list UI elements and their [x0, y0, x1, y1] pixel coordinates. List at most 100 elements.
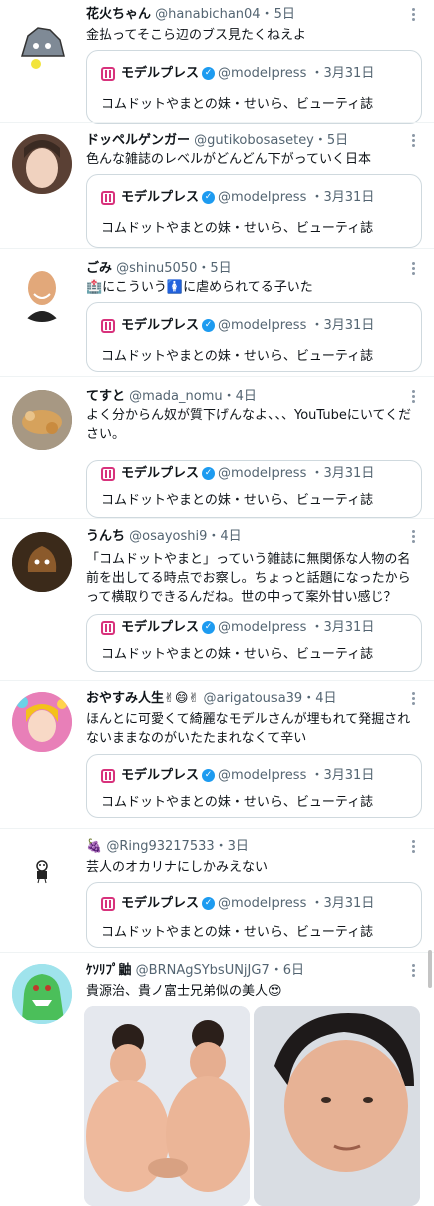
tweet-text: 🏥にこういう🚺に虐められてる子いた	[86, 280, 313, 295]
quoted-name: モデルプレス	[121, 620, 200, 635]
timestamp[interactable]: ・3日	[215, 839, 249, 854]
avatar[interactable]	[12, 134, 72, 194]
tweet-text: 「コムドットやまと」っていう雑誌に無関係な人物の名前を出してる時点でお察し。ちょ…	[86, 552, 411, 605]
user-handle[interactable]: @mada_nomu	[129, 389, 222, 404]
quoted-handle: @modelpress	[218, 190, 307, 205]
modelpress-logo-icon	[101, 466, 115, 481]
timestamp[interactable]: ・5日	[197, 261, 231, 276]
quoted-handle: @modelpress	[218, 896, 307, 911]
quoted-time: ・3月31日	[310, 466, 375, 481]
more-options-icon[interactable]	[412, 964, 416, 978]
quoted-handle: @modelpress	[218, 620, 307, 635]
user-handle[interactable]: @gutikobosasetey	[194, 133, 314, 148]
tweet-header: おやすみ人生✌😄✌ @arigatousa39・4日	[86, 690, 336, 708]
more-options-icon[interactable]	[412, 840, 416, 854]
quoted-name: モデルプレス	[121, 318, 200, 333]
tweet-header: ｹｿﾘﾌﾟ鼬 @BRNAgSYbsUNjJG7・6日	[86, 962, 304, 980]
timestamp[interactable]: ・5日	[314, 133, 348, 148]
tweet-text: ほんとに可愛くて綺麗なモデルさんが埋もれて発掘されないままなのがいたたまれなくて…	[86, 712, 411, 746]
quoted-handle: @modelpress	[218, 466, 307, 481]
scrollbar[interactable]	[428, 950, 432, 988]
divider	[0, 518, 434, 519]
tweet-header: うんち @osayoshi9・4日	[86, 528, 242, 546]
modelpress-logo-icon	[101, 318, 115, 333]
modelpress-logo-icon	[101, 66, 115, 81]
quoted-time: ・3月31日	[310, 190, 375, 205]
display-name[interactable]: 花火ちゃん	[86, 7, 151, 22]
more-options-icon[interactable]	[412, 390, 416, 404]
quoted-time: ・3月31日	[310, 318, 375, 333]
display-name[interactable]: ｹｿﾘﾌﾟ鼬	[86, 963, 132, 978]
quoted-handle: @modelpress	[218, 66, 307, 81]
quoted-name: モデルプレス	[121, 466, 200, 481]
quoted-tweet[interactable]: モデルプレス ✓ @modelpress ・3月31日 コムドットやまとの妹・せいら…	[86, 460, 422, 518]
divider	[0, 376, 434, 377]
display-name[interactable]: てすと	[86, 389, 125, 404]
verified-badge-icon: ✓	[202, 621, 216, 634]
modelpress-logo-icon	[101, 620, 115, 635]
modelpress-logo-icon	[101, 768, 115, 783]
verified-badge-icon: ✓	[202, 467, 216, 480]
quoted-tweet[interactable]: モデルプレス ✓ @modelpress ・3月31日 コムドットやまとの妹・せいら…	[86, 754, 422, 818]
quoted-tweet[interactable]: モデルプレス ✓ @modelpress ・3月31日 コムドットやまとの妹・せいら…	[86, 882, 422, 948]
display-name[interactable]: おやすみ人生✌😄✌	[86, 691, 199, 706]
tweet-header: 花火ちゃん @hanabichan04・5日	[86, 6, 295, 24]
quoted-time: ・3月31日	[310, 620, 375, 635]
timestamp[interactable]: ・4日	[223, 389, 257, 404]
avatar[interactable]	[12, 532, 72, 592]
timestamp[interactable]: ・6日	[270, 963, 304, 978]
verified-badge-icon: ✓	[202, 769, 216, 782]
more-options-icon[interactable]	[412, 8, 416, 22]
avatar[interactable]	[12, 16, 72, 76]
tweet-image[interactable]	[254, 1006, 420, 1206]
display-name[interactable]: ごみ	[86, 261, 112, 276]
more-options-icon[interactable]	[412, 692, 416, 706]
tweet-text: 金払ってそこら辺のブス見たくねえよ	[86, 28, 306, 43]
timestamp[interactable]: ・4日	[302, 691, 336, 706]
quoted-name: モデルプレス	[121, 66, 200, 81]
tweet-header: ごみ @shinu5050・5日	[86, 260, 232, 278]
avatar[interactable]	[12, 262, 72, 322]
quoted-text: コムドットやまとの妹・せいら、ビューティ誌	[101, 97, 374, 112]
avatar[interactable]	[12, 692, 72, 752]
timestamp[interactable]: ・5日	[261, 7, 295, 22]
avatar[interactable]	[12, 964, 72, 1024]
tweet-header: 🍇 @Ring93217533・3日	[86, 838, 249, 856]
display-name[interactable]: うんち	[86, 529, 125, 544]
user-handle[interactable]: @shinu5050	[116, 261, 197, 276]
quoted-text: コムドットやまとの妹・せいら、ビューティ誌	[101, 221, 374, 236]
tweet-text: よく分からん奴が質下げんなよ、、、YouTubeにいてください。	[86, 408, 412, 442]
tweet-text: 色んな雑誌のレベルがどんどん下がっていく日本	[86, 152, 371, 167]
tweet-text: 芸人のオカリナにしかみえない	[86, 860, 269, 875]
quoted-text: コムドットやまとの妹・せいら、ビューティ誌	[101, 925, 374, 940]
quoted-text: コムドットやまとの妹・せいら、ビューティ誌	[101, 795, 374, 810]
divider	[0, 680, 434, 681]
quoted-handle: @modelpress	[218, 318, 307, 333]
timestamp[interactable]: ・4日	[207, 529, 241, 544]
tweet-header: てすと @mada_nomu・4日	[86, 388, 257, 406]
tweet-image[interactable]	[84, 1006, 250, 1206]
display-name[interactable]: 🍇	[86, 839, 102, 854]
verified-badge-icon: ✓	[202, 319, 216, 332]
avatar[interactable]	[12, 840, 72, 900]
user-handle[interactable]: @Ring93217533	[106, 839, 214, 854]
quoted-tweet[interactable]: モデルプレス ✓ @modelpress ・3月31日 コムドットやまとの妹・せいら…	[86, 50, 422, 124]
more-options-icon[interactable]	[412, 262, 416, 276]
quoted-time: ・3月31日	[310, 896, 375, 911]
avatar[interactable]	[12, 390, 72, 450]
verified-badge-icon: ✓	[202, 67, 216, 80]
modelpress-logo-icon	[101, 896, 115, 911]
user-handle[interactable]: @osayoshi9	[129, 529, 207, 544]
quoted-text: コムドットやまとの妹・せいら、ビューティ誌	[101, 647, 374, 662]
display-name[interactable]: ドッペルゲンガー	[86, 133, 190, 148]
quoted-tweet[interactable]: モデルプレス ✓ @modelpress ・3月31日 コムドットやまとの妹・せいら…	[86, 614, 422, 672]
more-options-icon[interactable]	[412, 530, 416, 544]
quoted-tweet[interactable]: モデルプレス ✓ @modelpress ・3月31日 コムドットやまとの妹・せいら…	[86, 302, 422, 372]
user-handle[interactable]: @arigatousa39	[203, 691, 302, 706]
quoted-handle: @modelpress	[218, 768, 307, 783]
user-handle[interactable]: @hanabichan04	[155, 7, 260, 22]
user-handle[interactable]: @BRNAgSYbsUNjJG7	[136, 963, 270, 978]
more-options-icon[interactable]	[412, 134, 416, 148]
quoted-name: モデルプレス	[121, 768, 200, 783]
quoted-tweet[interactable]: モデルプレス ✓ @modelpress ・3月31日 コムドットやまとの妹・せいら…	[86, 174, 422, 248]
